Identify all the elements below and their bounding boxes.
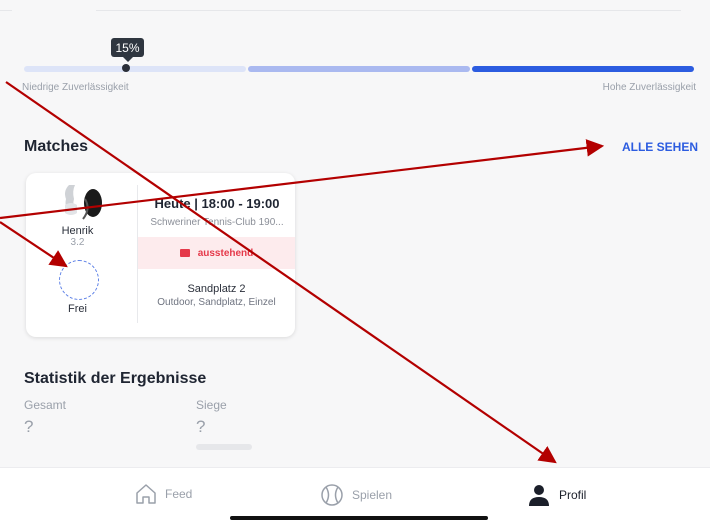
player-avatar [55,181,105,225]
reliability-low-label: Niedrige Zuverlässigkeit [22,82,129,93]
tab-spielen-label: Spielen [352,488,393,502]
match-time: Heute | 18:00 - 19:00 [154,196,280,211]
bottom-tab-bar: Feed Spielen Profil [0,467,710,521]
player-name: Henrik [61,225,94,237]
tab-feed[interactable]: Feed [135,483,192,505]
person-icon [529,485,549,506]
stat-wins-value: ? [196,417,206,436]
tab-spielen[interactable]: Spielen [320,483,392,507]
top-divider [0,0,710,12]
status-badge: ausstehend [138,237,295,269]
stats-heading: Statistik der Ergebnisse [24,370,207,387]
court-name: Sandplatz 2 [187,283,246,295]
player-rating: 3.2 [70,237,85,248]
payment-icon [179,249,190,257]
reliability-badge: 15% [111,38,144,62]
reliability-marker [122,64,130,72]
reliability-high-label: Hohe Zuverlässigkeit [602,82,696,93]
free-slot-label: Frei [68,303,87,315]
home-icon [136,484,156,504]
free-slot-circle[interactable] [59,260,99,300]
reliability-bar-mid [248,66,470,72]
match-card[interactable]: Henrik 3.2 Frei Heute | 18:00 - 19:00 Sc… [26,173,295,337]
tab-profil[interactable]: Profil [527,483,586,507]
reliability-bar-high [472,66,694,72]
court-details: Outdoor, Sandplatz, Einzel [157,297,276,308]
tab-profil-label: Profil [559,488,587,502]
see-all-link[interactable]: ALLE SEHEN [622,140,698,154]
club-name: Schweriner Tennis-Club 190... [150,217,284,228]
home-indicator [230,516,488,520]
stat-total-label: Gesamt [24,398,67,412]
loading-placeholder [196,444,252,450]
tennis-ball-icon [321,484,343,506]
stat-wins-label: Siege [196,398,227,412]
reliability-bar-low [24,66,246,72]
matches-heading: Matches [24,138,89,155]
status-text: ausstehend [197,247,254,259]
stat-total-value: ? [24,417,34,436]
tab-feed-label: Feed [165,487,193,501]
